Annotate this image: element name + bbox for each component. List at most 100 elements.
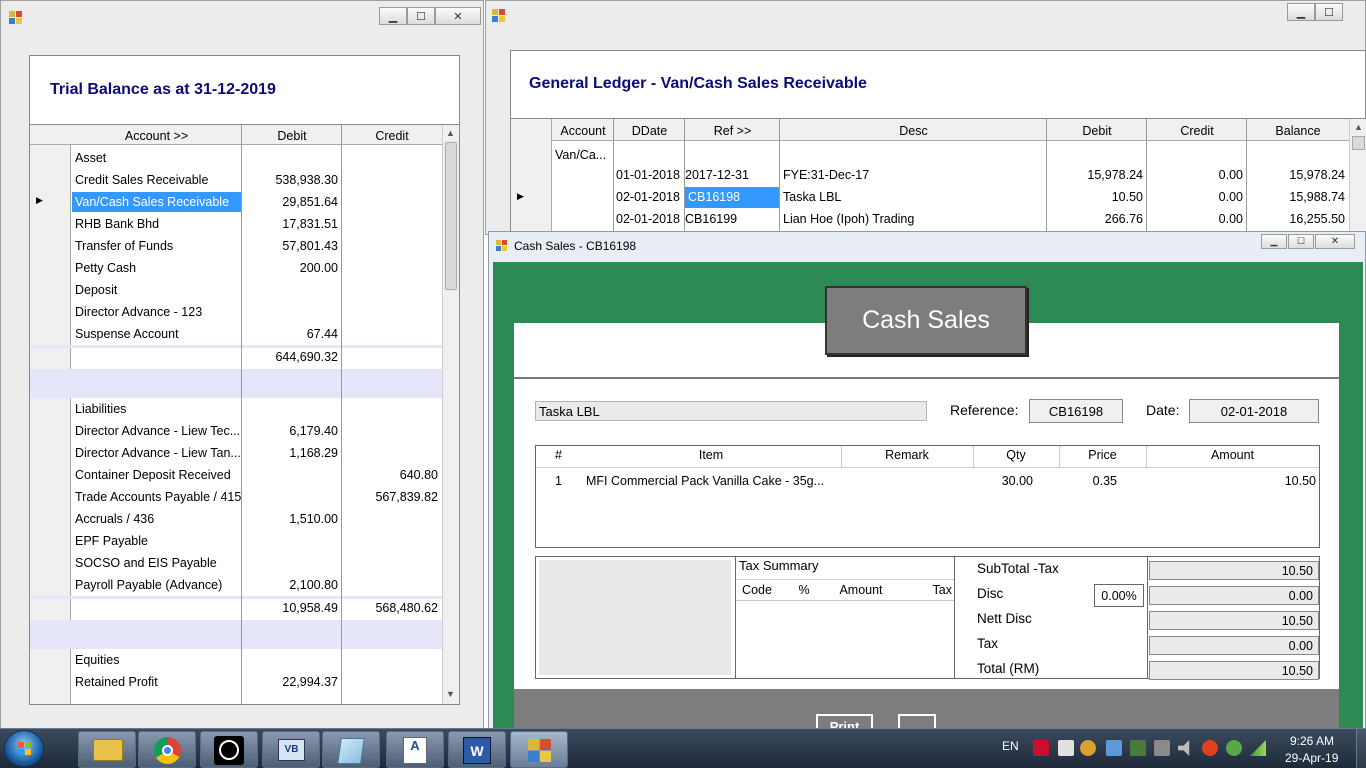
accounting-app-icon xyxy=(528,739,552,763)
taskbar-chrome-button[interactable] xyxy=(138,731,196,768)
table-row[interactable]: Director Advance - Liew Tec... 6,179.40 xyxy=(30,420,442,442)
clock-time[interactable]: 9:26 AM xyxy=(1290,734,1334,748)
table-row[interactable]: Trade Accounts Payable / 415 567,839.82 xyxy=(30,486,442,508)
account-name: RHB Bank Bhd xyxy=(75,217,160,231)
table-row[interactable]: Payroll Payable (Advance) 2,100.80 xyxy=(30,574,442,596)
vertical-scrollbar[interactable]: ▲ xyxy=(1349,119,1366,233)
ledger-grid: Account DDate Ref >> Desc Debit Credit B… xyxy=(511,118,1366,233)
ledger-row[interactable]: 01-01-2018 2017-12-31 FYE:31-Dec-17 15,978.… xyxy=(511,165,1349,187)
item-price: 0.35 xyxy=(1092,474,1117,488)
col-debit-header[interactable]: Debit xyxy=(1047,124,1147,138)
subtotal-label: SubTotal -Tax xyxy=(977,561,1059,576)
customer-field[interactable]: Taska LBL xyxy=(535,401,927,421)
subtotal-row[interactable]: 644,690.32 xyxy=(30,345,442,369)
taskbar-clock-button[interactable] xyxy=(200,731,258,768)
ledger-row[interactable]: 02-01-2018 CB16199 Lian Hoe (Ipoh) Trading… xyxy=(511,209,1349,231)
col-qty-header[interactable]: Qty xyxy=(973,448,1059,462)
col-debit-header[interactable]: Debit xyxy=(242,129,342,143)
scroll-down-arrow-icon[interactable]: ▼ xyxy=(446,689,455,699)
start-button[interactable] xyxy=(4,730,44,767)
table-row[interactable]: Accruals / 436 1,510.00 xyxy=(30,508,442,530)
col-amount-header[interactable]: Amount xyxy=(1146,448,1319,462)
col-ref-header[interactable]: Ref >> xyxy=(685,124,780,138)
section-separator-row[interactable] xyxy=(30,369,442,398)
device-icon[interactable] xyxy=(1106,740,1122,756)
table-row[interactable]: Retained Profit 22,994.37 xyxy=(30,671,442,693)
table-row[interactable]: Director Advance - 123 xyxy=(30,301,442,323)
col-item-header[interactable]: Item xyxy=(581,448,841,462)
table-row[interactable]: Container Deposit Received 640.80 xyxy=(30,464,442,486)
disc-percent-field[interactable]: 0.00% xyxy=(1094,584,1144,607)
col-no-header[interactable]: # xyxy=(536,448,581,462)
cash-sales-window: Cash Sales - CB16198 ▁ ☐ ✕ Taska LBL Ref… xyxy=(488,231,1366,734)
clock-date[interactable]: 29-Apr-19 xyxy=(1285,751,1338,765)
table-row[interactable]: Credit Sales Receivable 538,938.30 xyxy=(30,169,442,191)
col-desc-header[interactable]: Desc xyxy=(780,124,1047,138)
table-row[interactable]: EPF Payable xyxy=(30,530,442,552)
col-account-header[interactable]: Account xyxy=(552,124,614,138)
taskbar-word-button[interactable]: W xyxy=(448,731,506,768)
close-button[interactable]: ✕ xyxy=(435,7,481,25)
maximize-button[interactable]: ☐ xyxy=(1288,234,1314,249)
col-credit-header[interactable]: Credit xyxy=(342,129,442,143)
subtotal-row[interactable]: 10,958.49 568,480.62 xyxy=(30,596,442,620)
col-ddate-header[interactable]: DDate xyxy=(614,124,685,138)
taskbar-explorer-button[interactable] xyxy=(78,731,136,768)
update-icon[interactable] xyxy=(1202,740,1218,756)
security-icon[interactable] xyxy=(1058,740,1074,756)
ledger-row[interactable]: ▶ 02-01-2018 CB16198 Taska LBL 10.50 0.00 15,9… xyxy=(511,187,1349,209)
col-balance-header[interactable]: Balance xyxy=(1247,124,1349,138)
close-button[interactable]: ✕ xyxy=(1315,234,1355,249)
show-desktop-button[interactable] xyxy=(1356,729,1366,768)
vertical-scrollbar[interactable]: ▲ ▼ xyxy=(442,125,459,704)
ledger-date: 02-01-2018 xyxy=(616,212,680,226)
table-row[interactable]: SOCSO and EIS Payable xyxy=(30,552,442,574)
table-row[interactable]: ▶ Van/Cash Sales Receivable 29,851.64 xyxy=(30,191,442,213)
scroll-up-arrow-icon[interactable]: ▲ xyxy=(1354,122,1363,132)
scroll-up-arrow-icon[interactable]: ▲ xyxy=(446,128,455,138)
disc-value[interactable]: 0.00 xyxy=(1149,586,1319,605)
adobe-icon[interactable] xyxy=(1033,740,1049,756)
col-price-header[interactable]: Price xyxy=(1059,448,1146,462)
scroll-thumb[interactable] xyxy=(445,142,457,290)
ledger-balance: 16,255.50 xyxy=(1289,212,1345,226)
col-account-header[interactable]: Account >> xyxy=(71,129,242,143)
taskbar-notepad-button[interactable] xyxy=(322,731,380,768)
table-row[interactable]: Equities xyxy=(30,649,442,671)
debit-value: 1,168.29 xyxy=(289,446,338,460)
col-credit-header[interactable]: Credit xyxy=(1147,124,1247,138)
ledger-account-cell[interactable]: Van/Ca... xyxy=(555,148,606,162)
taskbar-accounting-button[interactable] xyxy=(510,731,568,768)
notes-box[interactable] xyxy=(539,560,731,675)
taskbar-vb-button[interactable]: VB xyxy=(262,731,320,768)
table-row[interactable]: Deposit xyxy=(30,279,442,301)
account-name: EPF Payable xyxy=(75,534,148,548)
network-tool-icon[interactable] xyxy=(1080,740,1096,756)
cash-sales-banner: Cash Sales xyxy=(825,286,1027,355)
credit-value: 640.80 xyxy=(399,468,438,482)
maximize-button[interactable]: ☐ xyxy=(1315,3,1343,21)
section-separator-row[interactable] xyxy=(30,620,442,649)
minimize-button[interactable]: ▁ xyxy=(1287,3,1315,21)
usb-icon[interactable] xyxy=(1154,740,1170,756)
monitor-icon[interactable] xyxy=(1130,740,1146,756)
table-row[interactable]: Suspense Account 67.44 xyxy=(30,323,442,345)
item-row[interactable]: 1 MFI Commercial Pack Vanilla Cake - 35g… xyxy=(536,472,1319,492)
taskbar-wordpad-button[interactable]: A xyxy=(386,731,444,768)
reference-field[interactable]: CB16198 xyxy=(1029,399,1123,423)
date-field[interactable]: 02-01-2018 xyxy=(1189,399,1319,423)
scroll-thumb[interactable] xyxy=(1352,136,1365,150)
table-row[interactable]: Asset xyxy=(30,147,442,169)
table-row[interactable]: Petty Cash 200.00 xyxy=(30,257,442,279)
table-row[interactable]: RHB Bank Bhd 17,831.51 xyxy=(30,213,442,235)
maximize-button[interactable]: ☐ xyxy=(407,7,435,25)
row-pointer-icon: ▶ xyxy=(36,195,43,205)
table-row[interactable]: Director Advance - Liew Tan... 1,168.29 xyxy=(30,442,442,464)
table-row[interactable]: Liabilities xyxy=(30,398,442,420)
minimize-button[interactable]: ▁ xyxy=(379,7,407,25)
minimize-button[interactable]: ▁ xyxy=(1261,234,1287,249)
col-remark-header[interactable]: Remark xyxy=(841,448,973,462)
table-row[interactable]: Transfer of Funds 57,801.43 xyxy=(30,235,442,257)
language-indicator[interactable]: EN xyxy=(1002,739,1019,753)
sync-icon[interactable] xyxy=(1226,740,1242,756)
